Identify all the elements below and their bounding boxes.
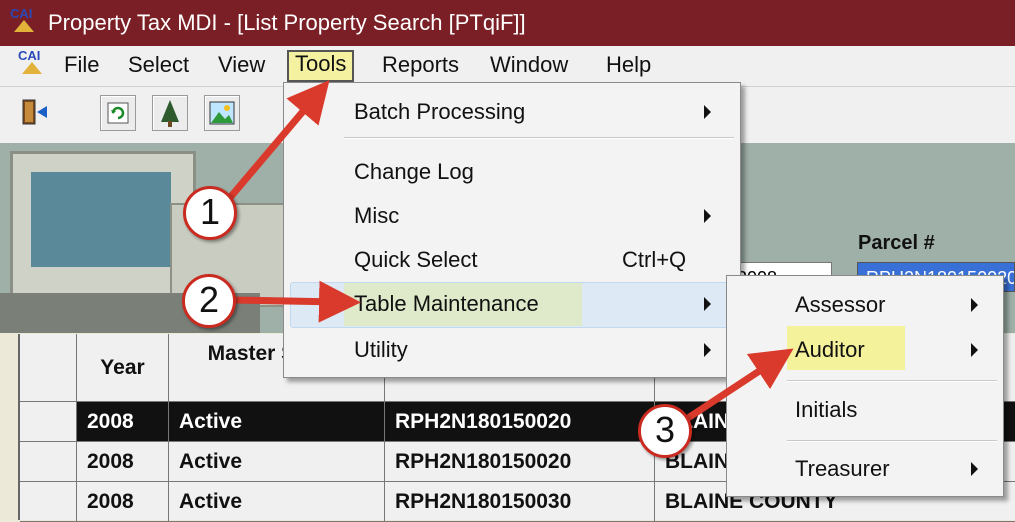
callout-1: 1 bbox=[183, 186, 237, 240]
callout-3: 3 bbox=[638, 404, 692, 458]
annotation-arrows bbox=[225, 79, 794, 421]
callout-arrow-1 bbox=[225, 79, 330, 203]
callout-arrow-3 bbox=[686, 348, 794, 421]
callout-arrow-2 bbox=[231, 280, 361, 323]
callout-2: 2 bbox=[182, 274, 236, 328]
